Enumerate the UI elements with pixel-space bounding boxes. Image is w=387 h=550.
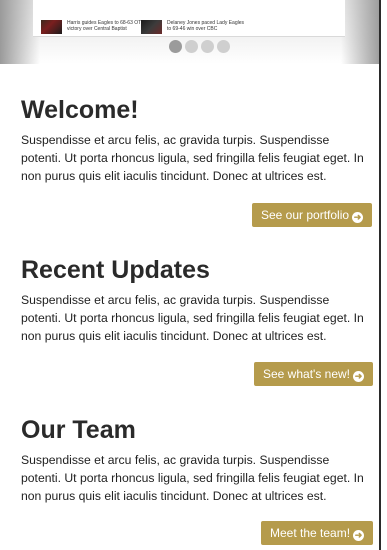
button-label: See our portfolio	[261, 208, 350, 222]
slider-dot[interactable]	[201, 40, 214, 53]
section-body: Suspendisse et arcu felis, ac gravida tu…	[21, 293, 364, 343]
news-headline: Harris guides Eagles to 68-63 OT victory…	[67, 20, 142, 32]
news-thumbnail	[141, 20, 162, 34]
section-title: Our Team	[21, 416, 136, 444]
see-whats-new-button[interactable]: See what's new! ➜	[254, 362, 374, 386]
circle-arrow-right-icon: ➜	[353, 371, 365, 382]
slider-pagination	[169, 40, 233, 53]
section-body: Suspendisse et arcu felis, ac gravida tu…	[21, 453, 364, 503]
section-body: Suspendisse et arcu felis, ac gravida tu…	[21, 133, 364, 183]
slider-dot[interactable]	[217, 40, 230, 53]
slider-right-shade	[341, 0, 381, 64]
page-edge-rule	[379, 0, 381, 550]
news-thumbnail	[41, 20, 62, 34]
welcome-section: Welcome! Suspendisse et arcu felis, ac g…	[21, 95, 366, 185]
slider-news-item[interactable]: Delaney Jones paced Lady Eagles to 69-46…	[141, 20, 245, 34]
news-slider[interactable]: Harris guides Eagles to 68-63 OT victory…	[0, 0, 381, 64]
button-label: See what's new!	[263, 367, 351, 381]
recent-updates-section: Recent Updates Suspendisse et arcu felis…	[21, 255, 366, 345]
news-headline: Delaney Jones paced Lady Eagles to 69-46…	[167, 20, 244, 32]
button-label: Meet the team!	[270, 526, 351, 540]
our-team-section: Our Team Suspendisse et arcu felis, ac g…	[21, 415, 366, 505]
see-portfolio-button[interactable]: See our portfolio ➜	[252, 203, 373, 227]
page: Harris guides Eagles to 68-63 OT victory…	[0, 0, 387, 550]
section-title: Welcome!	[21, 96, 139, 124]
section-title: Recent Updates	[21, 256, 210, 284]
circle-arrow-right-icon: ➜	[352, 212, 364, 223]
slider-dot[interactable]	[185, 40, 198, 53]
circle-arrow-right-icon: ➜	[353, 530, 365, 541]
meet-the-team-button[interactable]: Meet the team! ➜	[261, 521, 374, 545]
slider-news-item[interactable]: Harris guides Eagles to 68-63 OT victory…	[41, 20, 145, 34]
slider-dot[interactable]	[169, 40, 182, 53]
slide-strip: Harris guides Eagles to 68-63 OT victory…	[33, 0, 345, 37]
